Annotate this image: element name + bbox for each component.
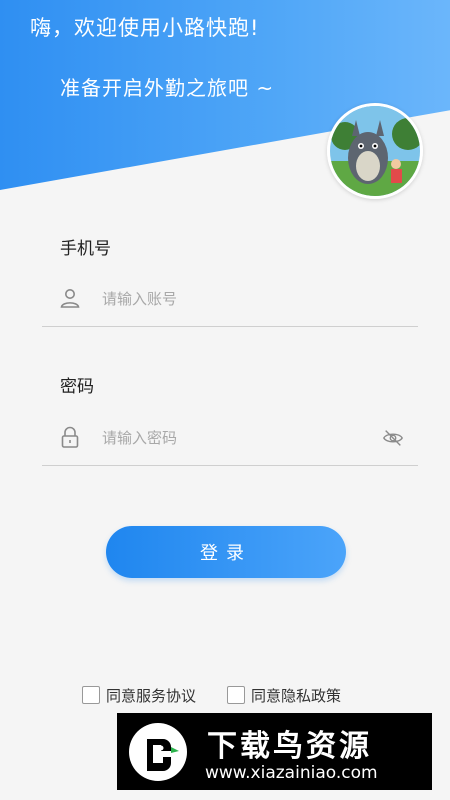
bird-logo-icon: [129, 723, 187, 781]
avatar[interactable]: [327, 103, 423, 199]
privacy-agreement[interactable]: 同意隐私政策: [227, 684, 341, 706]
watermark-url: www.xiazainiao.com: [205, 763, 378, 783]
subtitle-text: 准备开启外勤之旅吧 ~: [60, 76, 275, 100]
password-input[interactable]: [100, 421, 384, 455]
avatar-icon: [330, 106, 420, 196]
login-button[interactable]: 登录: [106, 526, 346, 578]
service-checkbox[interactable]: [82, 686, 100, 704]
password-label: 密码: [60, 377, 94, 397]
phone-field[interactable]: [42, 270, 418, 327]
privacy-checkbox[interactable]: [227, 686, 245, 704]
user-icon: [60, 289, 80, 308]
service-agreement[interactable]: 同意服务协议: [82, 684, 196, 706]
watermark: 下载鸟资源 www.xiazainiao.com: [117, 713, 432, 790]
privacy-agreement-label: 同意隐私政策: [251, 686, 342, 705]
greeting-text: 嗨，欢迎使用小路快跑!: [30, 16, 260, 40]
phone-input[interactable]: [100, 282, 384, 316]
password-field[interactable]: [42, 409, 418, 466]
lock-icon: [61, 426, 79, 448]
eye-off-icon[interactable]: [382, 427, 404, 449]
watermark-title: 下载鸟资源: [207, 729, 372, 764]
service-agreement-label: 同意服务协议: [106, 686, 197, 705]
phone-label: 手机号: [60, 239, 111, 259]
